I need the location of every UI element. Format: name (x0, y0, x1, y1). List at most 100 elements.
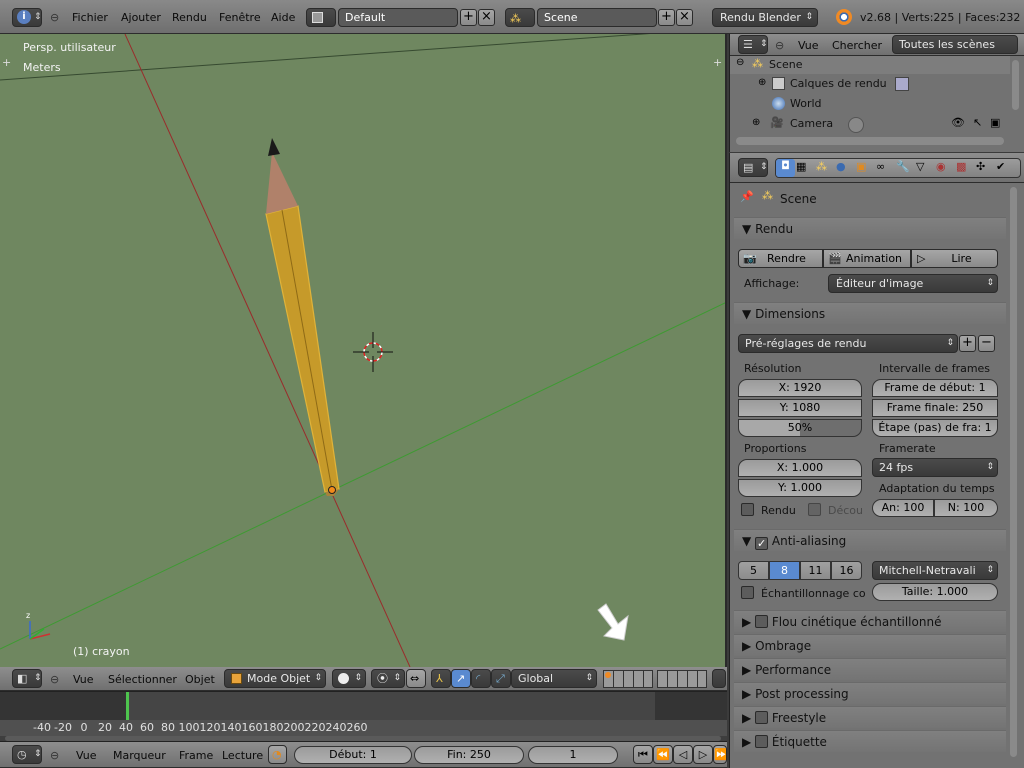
editor-type-3d-button[interactable]: ◧ ⇕ (12, 669, 42, 688)
display-mode-select[interactable]: Toutes les scènes (892, 35, 1018, 54)
particles-context-icon[interactable]: ✣ (976, 160, 985, 173)
list-item[interactable]: ⊕ 🎥 Camera 👁 ↖ ▣ (730, 114, 1010, 134)
orientation-select[interactable]: Global ⇕ (511, 669, 597, 688)
layers-grid-2[interactable] (657, 670, 707, 688)
editor-type-outliner-button[interactable]: ☰ ⇕ (738, 35, 768, 54)
freestyle-panel-header[interactable]: ▶ Freestyle (734, 706, 1006, 728)
remove-scene-icon[interactable]: × (676, 9, 693, 26)
scale-manipulator-button[interactable]: ⤢ (491, 669, 511, 688)
3d-cursor-icon[interactable] (353, 332, 393, 372)
data-context-icon[interactable]: ▽ (916, 160, 924, 173)
render-presets-select[interactable]: Pré-réglages de rendu ⇕ (738, 334, 958, 353)
eye-icon[interactable]: 👁 (951, 116, 965, 129)
stamp-checkbox[interactable] (755, 735, 769, 748)
render-camera-icon[interactable]: ▣ (990, 116, 1000, 129)
render-button[interactable]: 📷 Rendre (738, 249, 823, 268)
animation-button[interactable]: 🎬 Animation (823, 249, 911, 268)
constraints-context-icon[interactable]: ∞ (876, 160, 885, 173)
frame-end-field[interactable]: Frame finale: 250 (872, 399, 998, 417)
next-keyframe-button[interactable]: ⏩ (713, 745, 727, 764)
end-frame-field[interactable]: Fin: 250 (414, 746, 524, 764)
cursor-select-icon[interactable]: ↖ (973, 116, 982, 129)
resolution-percentage-slider[interactable]: 50% (738, 419, 862, 437)
crop-checkbox[interactable] (808, 503, 821, 516)
layers-grid-1[interactable] (603, 670, 653, 688)
render-engine-select[interactable]: Rendu Blender ⇕ (712, 8, 818, 27)
display-select[interactable]: Éditeur d'image ⇕ (828, 274, 998, 293)
texture-context-icon[interactable]: ▩ (956, 160, 966, 173)
prev-keyframe-button[interactable]: ⏪ (653, 745, 673, 764)
scene-icon-button[interactable]: ⁂ (505, 8, 535, 27)
framerate-select[interactable]: 24 fps ⇕ (872, 458, 998, 477)
aa-samples-8[interactable]: 8 (769, 561, 800, 580)
physics-context-icon[interactable]: ✔ (996, 160, 1005, 173)
time-remap-old-field[interactable]: An: 100 (872, 499, 934, 517)
menu-fenetre[interactable]: Fenêtre (219, 8, 261, 27)
jump-start-button[interactable]: ⏮ (633, 745, 653, 764)
border-checkbox[interactable] (741, 503, 754, 516)
manipulator-center-button[interactable]: ⇔ (406, 669, 426, 688)
aa-samples-16[interactable]: 16 (831, 561, 862, 580)
resolution-y-field[interactable]: Y: 1080 (738, 399, 862, 417)
resolution-x-field[interactable]: X: 1920 (738, 379, 862, 397)
pin-icon[interactable]: 📌 (740, 190, 754, 203)
time-remap-new-field[interactable]: N: 100 (934, 499, 998, 517)
menu-objet[interactable]: Objet (185, 670, 215, 689)
aa-samples-11[interactable]: 11 (800, 561, 831, 580)
list-item[interactable]: ⊕ Calques de rendu (730, 74, 1010, 94)
current-frame-field[interactable]: 1 (528, 746, 618, 764)
object-context-icon[interactable]: ▣ (856, 160, 866, 173)
pivot-select[interactable]: ⦿ ⇕ (371, 669, 405, 688)
lock-layers-button[interactable] (712, 669, 726, 688)
preview-range-button[interactable]: ◔ (268, 745, 287, 764)
screen-layout-field[interactable]: Default (338, 8, 458, 27)
timeline-frames-area[interactable] (0, 692, 727, 720)
menu-aide[interactable]: Aide (271, 8, 295, 27)
3d-viewport[interactable]: z Persp. utilisateur Meters (1) crayon +… (0, 34, 727, 667)
collapse-menu-icon[interactable]: ⊖ (50, 746, 59, 765)
collapse-menu-icon[interactable]: ⊖ (50, 670, 59, 689)
shading-select[interactable]: ⇕ (332, 669, 366, 688)
translate-manipulator-button[interactable]: ↗ (451, 669, 471, 688)
play-reverse-button[interactable]: ◁ (673, 745, 693, 764)
add-scene-icon[interactable]: + (658, 9, 675, 26)
menu-frame[interactable]: Frame (179, 746, 213, 765)
aspect-x-field[interactable]: X: 1.000 (738, 459, 862, 477)
render-layers-context-icon[interactable]: ▦ (796, 160, 806, 173)
antialiasing-panel-header[interactable]: ▼ ✓ Anti-aliasing (734, 529, 1006, 551)
horizontal-scrollbar[interactable] (736, 137, 1004, 145)
menu-vue[interactable]: Vue (798, 36, 819, 55)
freestyle-checkbox[interactable] (755, 711, 769, 724)
aspect-y-field[interactable]: Y: 1.000 (738, 479, 862, 497)
vertical-scrollbar[interactable] (1010, 187, 1017, 757)
menu-marqueur[interactable]: Marqueur (113, 746, 166, 765)
frame-step-field[interactable]: Étape (pas) de fra: 1 (872, 419, 998, 437)
menu-lecture[interactable]: Lecture (222, 746, 263, 765)
shading-panel-header[interactable]: ▶ Ombrage (734, 634, 1006, 656)
editor-type-info-button[interactable]: i ⇕ (12, 8, 42, 27)
manipulator-toggle-button[interactable]: ⅄ (431, 669, 451, 688)
list-item[interactable]: World (730, 94, 1010, 114)
stamp-panel-header[interactable]: ▶ Étiquette (734, 730, 1006, 752)
menu-vue[interactable]: Vue (76, 746, 97, 765)
scene-field[interactable]: Scene (537, 8, 657, 27)
start-frame-field[interactable]: Début: 1 (294, 746, 412, 764)
scene-context-icon[interactable]: ⁂ (816, 160, 827, 173)
tool-shelf-toggle-icon[interactable]: + (2, 56, 11, 69)
menu-ajouter[interactable]: Ajouter (121, 8, 161, 27)
full-sample-checkbox[interactable] (741, 586, 754, 599)
material-context-icon[interactable]: ◉ (936, 160, 946, 173)
menu-fichier[interactable]: Fichier (72, 8, 108, 27)
collapse-icon[interactable]: ⊖ (736, 57, 744, 68)
add-preset-icon[interactable]: + (959, 335, 976, 352)
editor-type-timeline-button[interactable]: ◷ ⇕ (12, 745, 42, 764)
pencil-object[interactable] (265, 138, 340, 496)
aa-samples-5[interactable]: 5 (738, 561, 769, 580)
list-item[interactable]: ⊖ ⁂ Scene (730, 56, 1010, 74)
aa-size-field[interactable]: Taille: 1.000 (872, 583, 998, 601)
add-layout-icon[interactable]: + (460, 9, 477, 26)
current-frame-indicator[interactable] (126, 692, 129, 720)
menu-rendu[interactable]: Rendu (172, 8, 207, 27)
menu-selectionner[interactable]: Sélectionner (108, 670, 177, 689)
properties-shelf-toggle-icon[interactable]: + (713, 56, 722, 69)
